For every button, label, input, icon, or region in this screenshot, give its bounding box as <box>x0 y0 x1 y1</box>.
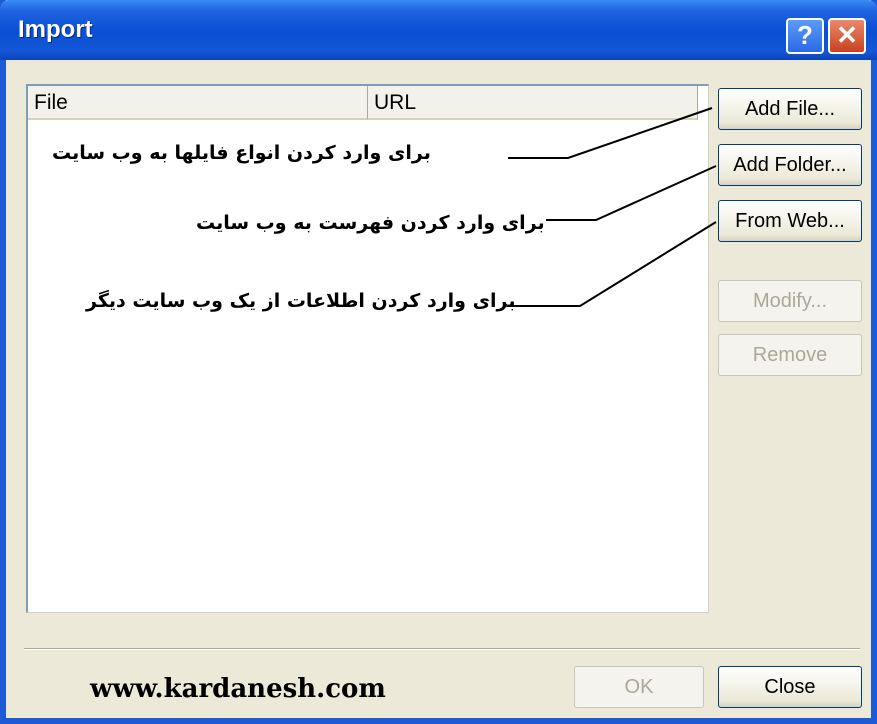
close-button[interactable]: Close <box>718 666 862 708</box>
footer-divider <box>24 648 860 650</box>
modify-button[interactable]: Modify... <box>718 280 862 322</box>
callout-line-add-folder <box>546 165 717 221</box>
remove-button[interactable]: Remove <box>718 334 862 376</box>
callout-line-add-file <box>508 107 713 159</box>
from-web-button[interactable]: From Web... <box>718 200 862 242</box>
ok-button[interactable]: OK <box>574 666 704 708</box>
add-file-button[interactable]: Add File... <box>718 88 862 130</box>
website-watermark: www.kardanesh.com <box>90 674 386 704</box>
callout-line-from-web <box>512 221 717 307</box>
add-folder-button[interactable]: Add Folder... <box>718 144 862 186</box>
